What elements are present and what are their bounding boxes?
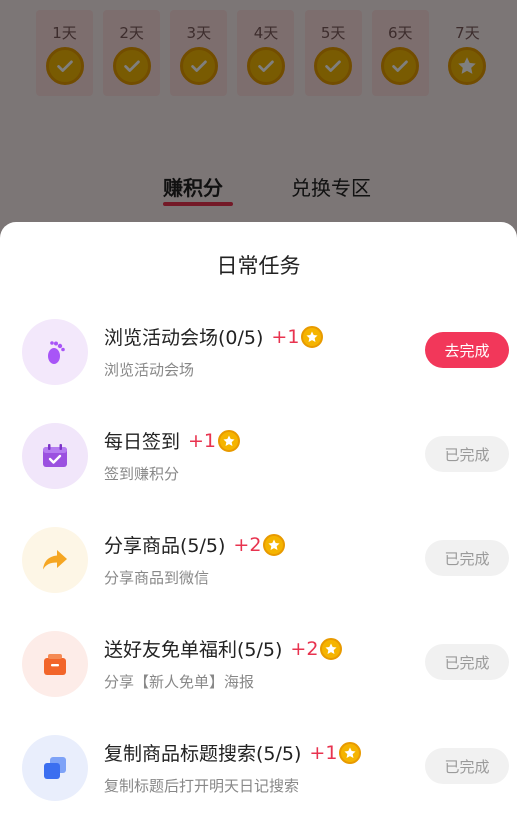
completed-button[interactable]: 已完成	[425, 644, 509, 680]
task-title-row: 复制商品标题搜索(5/5) +1	[104, 739, 362, 766]
footprint-icon	[22, 319, 88, 385]
task-item-browse: 浏览活动会场(0/5) +1 浏览活动会场 去完成	[0, 319, 517, 419]
copy-icon	[22, 735, 88, 801]
task-description: 签到赚积分	[104, 465, 180, 483]
task-description: 浏览活动会场	[104, 361, 195, 379]
completed-button[interactable]: 已完成	[425, 748, 509, 784]
star-points-icon	[263, 533, 286, 556]
task-points: +1	[188, 429, 217, 452]
task-item-share: 分享商品(5/5) +2 分享商品到微信 已完成	[0, 527, 517, 627]
star-points-icon	[218, 429, 241, 452]
task-points: +2	[290, 637, 319, 660]
calendar-check-icon	[22, 423, 88, 489]
task-points: +1	[271, 325, 300, 348]
task-title: 浏览活动会场(0/5)	[104, 327, 264, 349]
gift-box-icon	[22, 631, 88, 697]
sheet-title: 日常任务	[216, 254, 301, 278]
task-title: 分享商品(5/5)	[104, 535, 226, 557]
star-points-icon	[301, 325, 324, 348]
task-title-row: 送好友免单福利(5/5) +2	[104, 635, 343, 662]
task-item-gift: 送好友免单福利(5/5) +2 分享【新人免单】海报 已完成	[0, 631, 517, 731]
star-points-icon	[320, 637, 343, 660]
daily-tasks-sheet: 日常任务 浏览活动会场(0/5) +1 浏览活动会场 去完成 每日签到 +1 签…	[0, 222, 517, 825]
task-item-checkin: 每日签到 +1 签到赚积分 已完成	[0, 423, 517, 523]
task-description: 复制标题后打开明天日记搜索	[104, 777, 300, 795]
go-complete-button[interactable]: 去完成	[425, 332, 509, 368]
task-title: 送好友免单福利(5/5)	[104, 639, 283, 661]
task-title-row: 每日签到 +1	[104, 427, 241, 454]
star-points-icon	[339, 741, 362, 764]
completed-button[interactable]: 已完成	[425, 436, 509, 472]
task-points: +1	[309, 741, 338, 764]
task-title-row: 分享商品(5/5) +2	[104, 531, 286, 558]
task-title-row: 浏览活动会场(0/5) +1	[104, 323, 324, 350]
task-description: 分享商品到微信	[104, 569, 210, 587]
completed-button[interactable]: 已完成	[425, 540, 509, 576]
task-points: +2	[233, 533, 262, 556]
task-description: 分享【新人免单】海报	[104, 673, 255, 691]
task-title: 每日签到	[104, 431, 181, 453]
task-item-copy-search: 复制商品标题搜索(5/5) +1 复制标题后打开明天日记搜索 已完成	[0, 735, 517, 825]
share-arrow-icon	[22, 527, 88, 593]
task-title: 复制商品标题搜索(5/5)	[104, 743, 302, 765]
